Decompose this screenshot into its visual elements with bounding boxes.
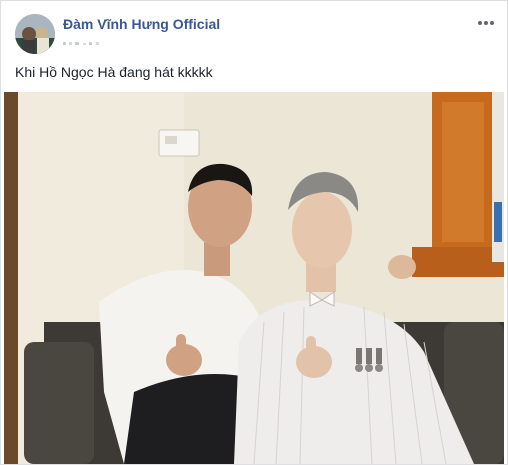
post-meta — [63, 37, 111, 52]
profile-avatar[interactable] — [15, 14, 55, 54]
photo-illustration — [4, 92, 504, 464]
post-header: Đàm Vĩnh Hưng Official — [1, 1, 507, 59]
author-name-link[interactable]: Đàm Vĩnh Hưng Official — [63, 16, 220, 32]
post-photo[interactable] — [4, 92, 504, 464]
more-options-icon[interactable] — [475, 15, 497, 31]
blurred-timestamp-icon — [63, 42, 99, 45]
post-caption: Khi Hồ Ngọc Hà đang hát kkkkk — [15, 64, 213, 80]
facebook-post: Đàm Vĩnh Hưng Official Khi Hồ Ngọc Hà đa… — [0, 0, 508, 465]
